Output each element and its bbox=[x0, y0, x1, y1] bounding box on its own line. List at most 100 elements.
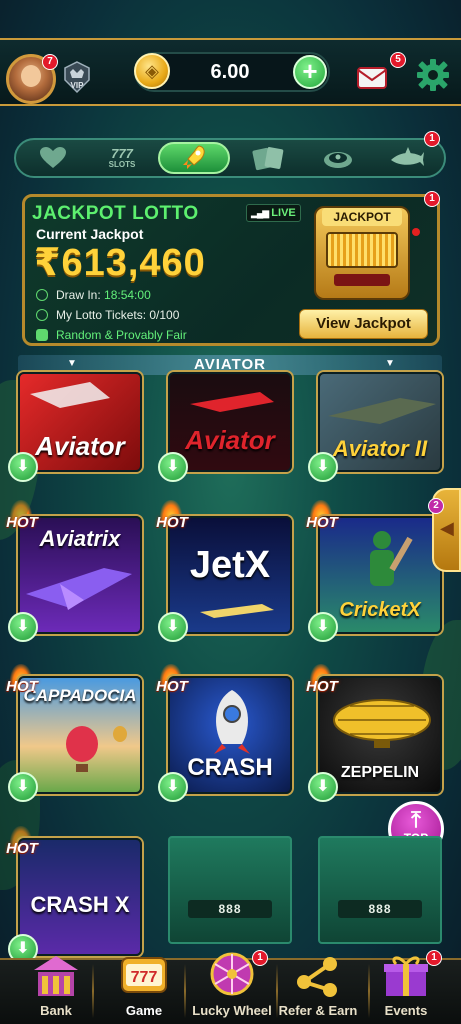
live-indicator: ▂▄▆ LIVE bbox=[246, 204, 301, 222]
game-name: CRASH X bbox=[30, 892, 130, 917]
signal-bars-icon: ▂▄▆ bbox=[251, 208, 269, 218]
chevron-down-icon: ▼ bbox=[67, 358, 77, 369]
vip-label: VIP bbox=[71, 81, 85, 90]
tab-shark[interactable] bbox=[382, 142, 432, 174]
game-name: Aviator II bbox=[332, 436, 428, 461]
bank-icon bbox=[34, 956, 78, 996]
nav-refer-earn[interactable]: Refer & Earn bbox=[272, 957, 364, 1024]
game-name: Aviator bbox=[185, 425, 275, 455]
placeholder-label: 888 bbox=[188, 900, 272, 918]
nav-game[interactable]: 777 Game bbox=[98, 957, 190, 1024]
category-badge: 1 bbox=[424, 131, 440, 147]
fair-row: Random & Provably Fair bbox=[36, 328, 187, 342]
placeholder-tile bbox=[318, 836, 442, 944]
add-funds-button[interactable]: + bbox=[293, 55, 327, 89]
game-tile[interactable]: Aviator II bbox=[318, 372, 442, 472]
plane-icon bbox=[328, 398, 436, 424]
vip-badge-icon[interactable]: VIP bbox=[62, 60, 92, 94]
mail-icon[interactable] bbox=[356, 62, 390, 90]
tab-cards[interactable] bbox=[244, 142, 292, 174]
balloon-icon bbox=[66, 726, 127, 772]
slot-reels bbox=[326, 232, 398, 268]
jackpot-amount: ₹613,460 bbox=[34, 242, 206, 284]
game-tile[interactable]: Aviator bbox=[168, 372, 292, 472]
jackpot-badge: 1 bbox=[424, 191, 440, 207]
hot-badge: HOT bbox=[154, 664, 190, 700]
nav-label: Events bbox=[384, 1003, 428, 1018]
nav-events[interactable]: Events bbox=[360, 956, 452, 1024]
download-button[interactable]: ⬇ bbox=[308, 452, 338, 482]
tickets-row: My Lotto Tickets: 0/100 bbox=[36, 308, 179, 322]
nav-label: Game bbox=[125, 1003, 163, 1018]
gear-icon[interactable] bbox=[416, 58, 450, 92]
tab-slots[interactable]: 777 SLOTS bbox=[96, 142, 148, 174]
roulette-icon bbox=[324, 152, 352, 168]
game-name: Aviator bbox=[35, 431, 125, 461]
svg-text:777: 777 bbox=[131, 969, 158, 986]
placeholder-label: 888 bbox=[338, 900, 422, 918]
chevron-down-icon: ▼ bbox=[385, 358, 395, 369]
draw-label: Draw In: bbox=[56, 288, 101, 302]
balance-value: 6.00 bbox=[210, 61, 250, 83]
cards-icon bbox=[252, 147, 284, 171]
live-label: LIVE bbox=[271, 207, 296, 219]
tab-crash-rocket[interactable] bbox=[158, 142, 230, 174]
draw-value: 18:54:00 bbox=[104, 288, 151, 302]
slot-machine-label: JACKPOT bbox=[322, 208, 402, 226]
fair-label: Random & Provably Fair bbox=[56, 328, 187, 342]
nav-lucky-wheel[interactable]: Lucky Wheel bbox=[186, 952, 278, 1024]
section-title: AVIATOR bbox=[193, 356, 266, 373]
tickets-label: My Lotto Tickets: bbox=[56, 308, 147, 322]
download-button[interactable]: ⬇ bbox=[158, 452, 188, 482]
slots-number: 777 bbox=[111, 145, 133, 161]
nav-label: Bank bbox=[40, 1003, 72, 1018]
events-badge: 1 bbox=[426, 950, 442, 966]
plane-icon bbox=[30, 382, 110, 408]
share-icon bbox=[297, 957, 337, 997]
slots-label: SLOTS bbox=[108, 159, 136, 169]
jet-icon bbox=[200, 604, 274, 618]
game-tile[interactable]: Aviator bbox=[18, 372, 142, 472]
plane-icon bbox=[190, 392, 274, 412]
download-button[interactable]: ⬇ bbox=[8, 452, 38, 482]
slot-777-icon: 777 bbox=[121, 957, 167, 993]
download-button[interactable]: ⬇ bbox=[8, 612, 38, 642]
game-name: CRASH bbox=[187, 754, 273, 781]
tickets-value: 0/100 bbox=[149, 308, 180, 322]
avatar-badge: 7 bbox=[42, 54, 58, 70]
lucky-wheel-badge: 1 bbox=[252, 950, 268, 966]
view-jackpot-button[interactable]: View Jackpot bbox=[299, 309, 428, 339]
download-button[interactable]: ⬇ bbox=[308, 612, 338, 642]
hot-badge: HOT bbox=[304, 500, 340, 536]
download-button[interactable]: ⬇ bbox=[158, 772, 188, 802]
rocket-icon bbox=[183, 145, 205, 169]
placeholder-tile bbox=[168, 836, 292, 944]
mail-badge: 5 bbox=[390, 52, 406, 68]
side-tab-badge: 2 bbox=[428, 498, 444, 514]
tab-roulette[interactable] bbox=[314, 142, 362, 174]
tab-favorites[interactable] bbox=[30, 142, 76, 174]
download-button[interactable]: ⬇ bbox=[308, 772, 338, 802]
slot-buttons bbox=[334, 274, 390, 286]
hot-badge: HOT bbox=[4, 826, 40, 862]
game-name: JetX bbox=[189, 544, 271, 586]
coin-icon: ◈ bbox=[134, 53, 170, 89]
game-name: CricketX bbox=[339, 599, 421, 621]
zeppelin-icon bbox=[333, 699, 431, 748]
nav-bank[interactable]: Bank bbox=[10, 956, 102, 1024]
download-button[interactable]: ⬇ bbox=[158, 612, 188, 642]
download-button[interactable]: ⬇ bbox=[8, 772, 38, 802]
plane-icon bbox=[26, 568, 132, 610]
hot-badge: HOT bbox=[154, 500, 190, 536]
hot-badge: HOT bbox=[4, 500, 40, 536]
shield-icon bbox=[36, 329, 48, 341]
nav-label: Lucky Wheel bbox=[192, 1003, 272, 1018]
jackpot-title: JACKPOT LOTTO bbox=[32, 203, 199, 224]
heart-icon bbox=[40, 147, 66, 168]
shark-icon bbox=[391, 147, 424, 166]
hot-badge: HOT bbox=[4, 664, 40, 700]
arrow-up-icon: ⤒ bbox=[411, 807, 421, 832]
nav-label: Refer & Earn bbox=[278, 1003, 358, 1018]
chevron-left-icon: ◀ bbox=[440, 518, 454, 538]
ticket-icon bbox=[36, 309, 48, 321]
